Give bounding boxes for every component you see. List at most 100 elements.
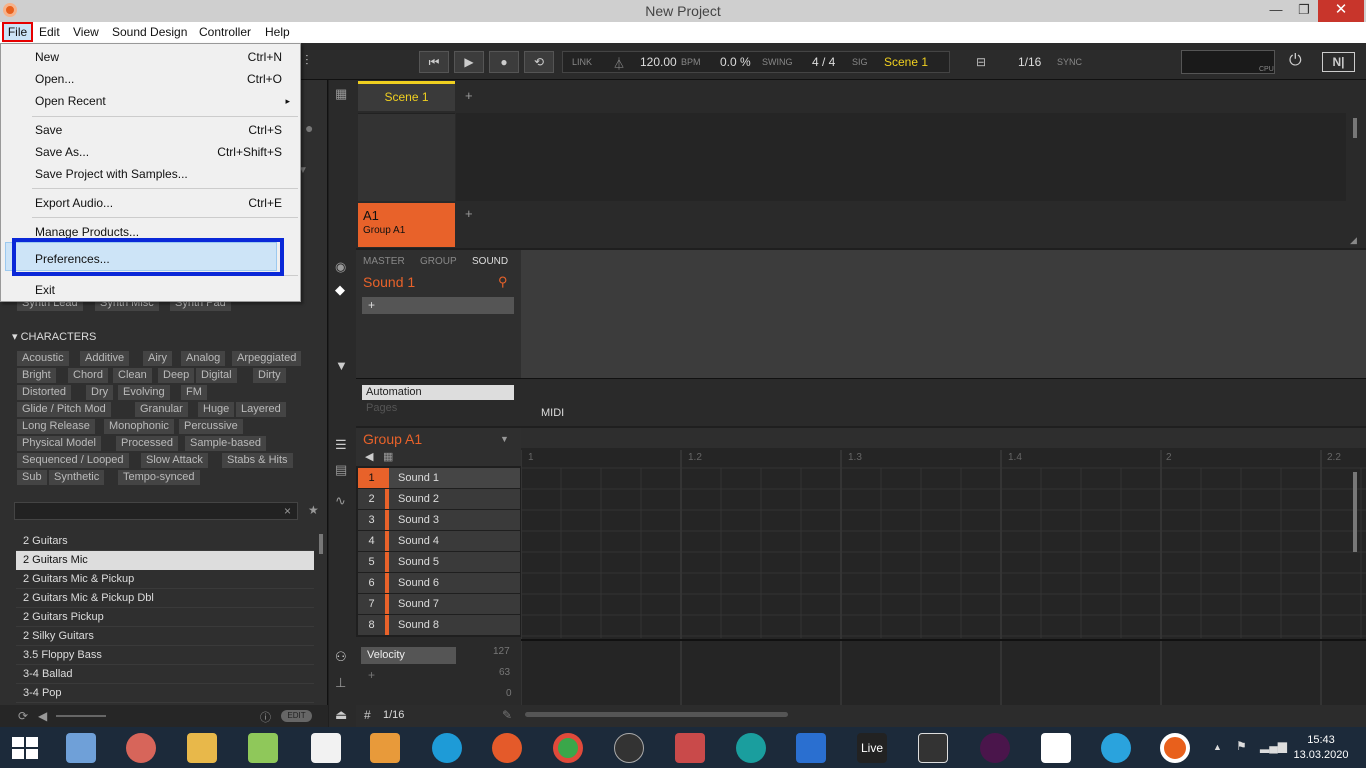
pattern-list-icon[interactable]: ☰ <box>335 437 347 453</box>
scene-1-tab[interactable]: Scene 1 <box>358 81 455 111</box>
character-tag[interactable]: Distorted <box>17 385 72 400</box>
speaker-icon[interactable]: ◀ <box>38 709 47 723</box>
power-icon[interactable]: ⏻ <box>1289 52 1302 70</box>
refresh-icon[interactable]: ⟳ <box>18 709 28 723</box>
preferences-label[interactable]: Preferences... <box>35 252 110 266</box>
character-tag[interactable]: Monophonic <box>104 419 174 434</box>
menu-item-open-recent[interactable]: Open Recent ▸ <box>35 90 290 112</box>
polyhedron-icon[interactable] <box>675 733 705 763</box>
arranger-icon[interactable]: ▦ <box>335 86 347 102</box>
character-tag[interactable]: Physical Model <box>17 436 101 451</box>
clock-date[interactable]: 13.03.2020 <box>1288 749 1354 761</box>
arranger-scrollbar[interactable] <box>1353 118 1357 138</box>
link-label[interactable]: LINK <box>572 57 592 67</box>
paint-icon[interactable] <box>126 733 156 763</box>
resize-grip-icon[interactable]: ◢ <box>1350 235 1357 246</box>
menu-edit[interactable]: Edit <box>39 25 60 39</box>
menu-item-export-audio[interactable]: Export Audio... Ctrl+E <box>35 192 282 214</box>
swing-value[interactable]: 0.0 % <box>720 55 751 69</box>
character-tag[interactable]: Long Release <box>17 419 95 434</box>
velocity-tab[interactable]: Velocity <box>361 647 456 664</box>
result-list-item[interactable]: 2 Guitars Mic & Pickup Dbl <box>16 589 314 608</box>
sound-row[interactable]: 2 Sound 2 <box>358 489 520 509</box>
user-icon[interactable]: ● <box>305 120 313 136</box>
sound-row[interactable]: 3 Sound 3 <box>358 510 520 530</box>
group-a1-slot[interactable]: A1 Group A1 <box>358 203 455 247</box>
grid-hash-icon[interactable]: # <box>364 708 371 722</box>
pages-tab[interactable]: Pages <box>366 402 397 414</box>
add-lane-button[interactable]: + <box>368 668 375 682</box>
vs-icon[interactable] <box>796 733 826 763</box>
sound-row[interactable]: 6 Sound 6 <box>358 573 520 593</box>
sync-label[interactable]: SYNC <box>1057 57 1082 67</box>
ableton-live-icon[interactable]: Live <box>857 733 887 763</box>
maximize-button[interactable]: ❐ <box>1290 0 1318 22</box>
menu-item-new[interactable]: New Ctrl+N <box>35 46 282 68</box>
result-list-item[interactable]: 2 Guitars Mic <box>16 551 314 570</box>
sound-row[interactable]: 1 Sound 1 <box>358 468 520 488</box>
add-group-button[interactable]: + <box>465 206 473 221</box>
pencil-icon[interactable]: ✎ <box>502 708 512 722</box>
tray-chevron-icon[interactable]: ▲ <box>1213 742 1222 752</box>
prehear-volume-slider[interactable] <box>56 715 106 717</box>
character-tag[interactable]: Arpeggiated <box>232 351 302 366</box>
tab-master[interactable]: MASTER <box>363 256 405 267</box>
loop-button[interactable]: ⟲ <box>524 51 554 73</box>
grid-value[interactable]: 1/16 <box>1018 55 1041 69</box>
scene-display[interactable]: Scene 1 <box>884 55 928 69</box>
character-tag[interactable]: Bright <box>17 368 56 383</box>
search-icon[interactable]: ⚲ <box>498 274 508 290</box>
sound-row[interactable]: 7 Sound 7 <box>358 594 520 614</box>
result-list-item[interactable]: 2 Guitars Mic & Pickup <box>16 570 314 589</box>
ni-logo-icon[interactable]: N| <box>1322 52 1355 72</box>
arduino-icon[interactable] <box>736 733 766 763</box>
character-tag[interactable]: Sequenced / Looped <box>17 453 129 468</box>
character-tag[interactable]: Evolving <box>118 385 170 400</box>
plugin-icon[interactable]: ◆ <box>335 282 345 298</box>
character-tag[interactable]: Processed <box>116 436 178 451</box>
characters-header[interactable]: ▾ CHARACTERS <box>12 330 96 343</box>
velocity-tool-icon[interactable]: ⊥ <box>335 675 346 691</box>
character-tag[interactable]: Dry <box>86 385 114 400</box>
unity-icon[interactable] <box>918 733 948 763</box>
character-tag[interactable]: Additive <box>80 351 130 366</box>
document-icon[interactable] <box>311 733 341 763</box>
character-tag[interactable]: Granular <box>135 402 188 417</box>
result-list-item[interactable]: 3-4 Pop <box>16 684 314 703</box>
sound-row[interactable]: 8 Sound 8 <box>358 615 520 635</box>
grid-scrollbar[interactable] <box>1353 472 1357 552</box>
edit-button[interactable]: EDIT <box>281 710 312 722</box>
character-tag[interactable]: Sample-based <box>185 436 266 451</box>
character-tag[interactable]: Huge <box>198 402 235 417</box>
result-list-item[interactable]: 3-4 Ballad <box>16 665 314 684</box>
character-tag[interactable]: Glide / Pitch Mod <box>17 402 111 417</box>
tab-sound[interactable]: SOUND <box>472 256 508 267</box>
notion-icon[interactable] <box>1041 733 1071 763</box>
slack-icon[interactable] <box>980 733 1010 763</box>
result-list-item[interactable]: 2 Guitars <box>16 532 314 551</box>
automation-tab[interactable]: Automation <box>362 385 514 400</box>
character-tag[interactable]: Percussive <box>179 419 243 434</box>
modulation-icon[interactable]: ⚇ <box>335 649 347 665</box>
chrome-icon[interactable] <box>553 733 583 763</box>
network-icon[interactable]: ▂▄▆ <box>1260 739 1287 753</box>
sound-row[interactable]: 4 Sound 4 <box>358 531 520 551</box>
info-icon[interactable]: ⓘ <box>260 709 271 725</box>
character-tag[interactable]: Deep <box>158 368 195 383</box>
search-input[interactable] <box>14 502 298 520</box>
character-tag[interactable]: Layered <box>236 402 286 417</box>
add-plugin-slot[interactable]: + <box>362 297 514 314</box>
character-tag[interactable]: Dirty <box>253 368 286 383</box>
minimize-button[interactable]: — <box>1262 0 1290 22</box>
character-tag[interactable]: Analog <box>181 351 226 366</box>
flag-icon[interactable]: ⚑ <box>1236 739 1247 753</box>
sound-name[interactable]: Sound 1 <box>363 274 415 290</box>
character-tag[interactable]: Stabs & Hits <box>222 453 293 468</box>
windows-start-icon[interactable] <box>12 737 38 759</box>
metronome-icon[interactable]: ⏃ <box>613 55 625 72</box>
character-tag[interactable]: Airy <box>143 351 172 366</box>
result-list-item[interactable]: 2 Guitars Pickup <box>16 608 314 627</box>
maschine-taskbar-icon[interactable] <box>1160 733 1190 763</box>
audio-app-icon[interactable] <box>614 733 644 763</box>
menu-help[interactable]: Help <box>265 25 290 39</box>
